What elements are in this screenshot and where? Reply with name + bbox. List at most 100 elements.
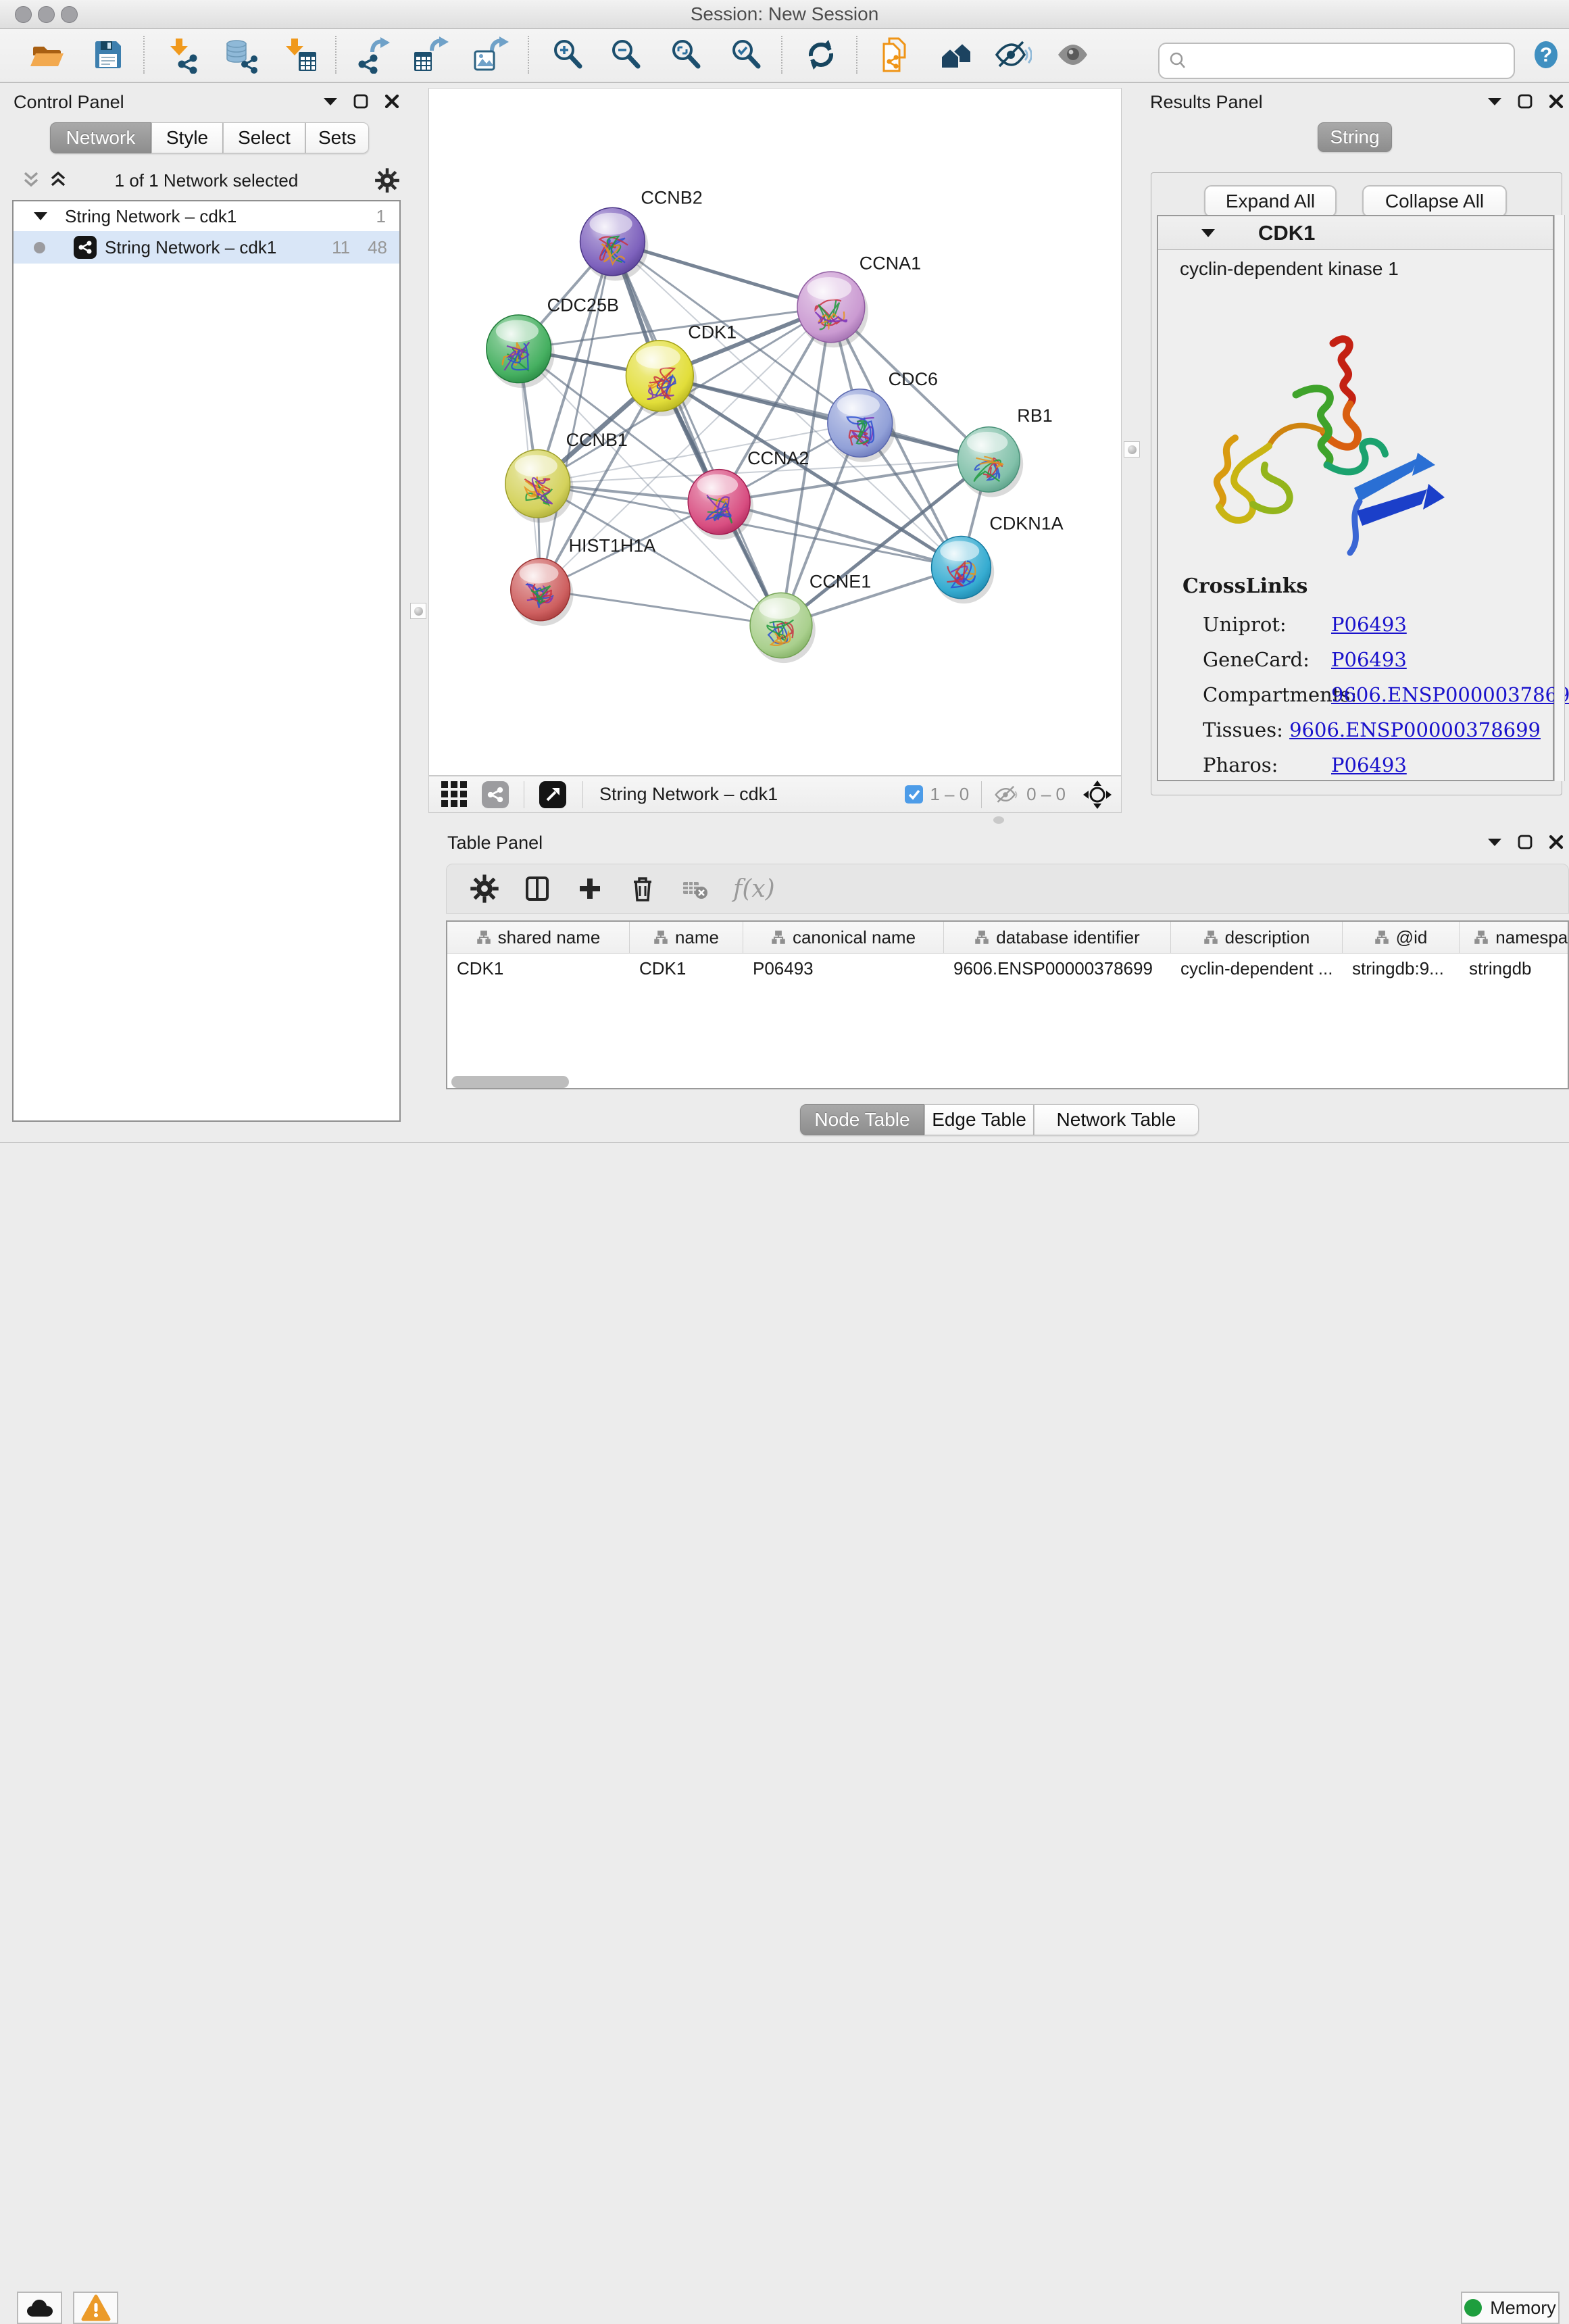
table-cell[interactable]: CDK1 (447, 958, 630, 979)
table-row[interactable]: CDK1CDK1P064939606.ENSP00000378699cyclin… (447, 954, 1568, 983)
network-node-HIST1H1A[interactable]: HIST1H1A (511, 536, 656, 626)
zoom-in-button[interactable] (547, 34, 588, 75)
network-icon-button[interactable] (482, 781, 509, 808)
grid-view-button[interactable] (441, 781, 468, 808)
column-header-description[interactable]: description (1171, 922, 1343, 953)
export-network-button[interactable] (352, 34, 393, 75)
panel-float-icon[interactable] (1487, 837, 1502, 847)
fit-position-button[interactable] (1083, 781, 1112, 809)
network-edge-HIST1H1A-CCNE1[interactable] (541, 590, 781, 626)
table-options-button[interactable] (470, 874, 499, 904)
network-node-CDC6[interactable]: CDC6 (828, 369, 938, 462)
panel-close-icon[interactable] (1548, 834, 1564, 850)
crosslink-value[interactable]: 9606.ENSP00000378699 (1289, 718, 1541, 741)
refresh-view-button[interactable] (801, 34, 841, 75)
first-neighbors-button[interactable] (936, 34, 976, 75)
graphics-details-button[interactable] (993, 34, 1033, 75)
tab-node-table[interactable]: Node Table (800, 1104, 924, 1135)
results-scrollbar[interactable] (1554, 215, 1565, 781)
column-header--id[interactable]: @id (1343, 922, 1460, 953)
tab-style[interactable]: Style (151, 122, 223, 153)
tab-string[interactable]: String (1318, 122, 1392, 152)
crosslink-value[interactable]: 9606.ENSP00000378699 (1331, 683, 1569, 706)
network-collection-row[interactable]: String Network – cdk1 1 (14, 201, 399, 231)
column-header-database-identifier[interactable]: database identifier (944, 922, 1171, 953)
table-cell[interactable]: CDK1 (630, 958, 743, 979)
network-node-CCNA1[interactable]: CCNA1 (797, 253, 921, 347)
network-row[interactable]: String Network – cdk1 11 48 (14, 231, 399, 264)
network-from-selection-button[interactable] (876, 34, 916, 75)
network-node-CCNB2[interactable]: CCNB2 (580, 188, 703, 281)
zoom-fit-icon (667, 36, 705, 74)
open-session-button[interactable] (27, 34, 68, 75)
expand-all-button[interactable]: Expand All (1204, 185, 1337, 218)
collapse-all-button[interactable]: Collapse All (1362, 185, 1507, 218)
network-graph[interactable]: CCNB2CCNA1CDC25BCDK1CDC6RB1CCNB1CCNA2CDK… (429, 89, 1121, 775)
tree-expander-icon[interactable] (32, 211, 49, 222)
tab-network[interactable]: Network (50, 122, 151, 153)
delete-table-button[interactable] (680, 874, 710, 904)
panel-maximize-icon[interactable] (1517, 93, 1533, 109)
toggle-visibility-button[interactable] (1053, 34, 1093, 75)
zoom-fit-button[interactable] (666, 34, 706, 75)
network-node-CCNB1[interactable]: CCNB1 (505, 430, 628, 523)
network-options-button[interactable] (374, 168, 400, 197)
zoom-selected-button[interactable] (726, 34, 766, 75)
table-hscrollbar-thumb[interactable] (451, 1076, 569, 1088)
network-node-CCNE1[interactable]: CCNE1 (750, 572, 871, 664)
table-cell[interactable]: stringdb (1460, 958, 1569, 979)
section-expander-icon[interactable] (1200, 228, 1216, 239)
gene-section-header[interactable]: CDK1 (1158, 216, 1553, 250)
search-field[interactable] (1158, 43, 1515, 79)
crosslink-value[interactable]: P06493 (1331, 753, 1407, 776)
delete-column-button[interactable] (628, 874, 657, 904)
network-node-CDKN1A[interactable]: CDKN1A (932, 514, 1064, 603)
import-table-file-button[interactable] (280, 34, 320, 75)
network-view[interactable]: CCNB2CCNA1CDC25BCDK1CDC6RB1CCNB1CCNA2CDK… (428, 88, 1122, 776)
table-cell[interactable]: 9606.ENSP00000378699 (944, 958, 1171, 979)
table-cell[interactable]: stringdb:9... (1343, 958, 1460, 979)
birds-eye-view-button[interactable] (539, 781, 566, 808)
crosslink-value[interactable]: P06493 (1331, 648, 1407, 671)
right-splitter-handle[interactable] (1124, 441, 1140, 458)
column-header-canonical-name[interactable]: canonical name (743, 922, 944, 953)
left-splitter-handle[interactable] (410, 603, 426, 619)
table-cell[interactable]: cyclin-dependent ... (1171, 958, 1343, 979)
panel-float-icon[interactable] (323, 97, 338, 106)
selected-indicator[interactable]: 1 – 0 (905, 784, 969, 805)
network-edge-CCNB2-CCNE1[interactable] (612, 242, 781, 626)
column-header-name[interactable]: name (630, 922, 743, 953)
hidden-indicator[interactable]: 0 – 0 (994, 783, 1066, 806)
cloud-status-button[interactable] (17, 2292, 62, 2324)
tab-network-table[interactable]: Network Table (1034, 1104, 1199, 1135)
network-node-RB1[interactable]: RB1 (957, 405, 1052, 497)
import-network-file-button[interactable] (163, 34, 203, 75)
warnings-button[interactable] (73, 2292, 118, 2324)
panel-maximize-icon[interactable] (353, 93, 369, 109)
memory-button[interactable]: Memory (1461, 2292, 1560, 2324)
help-button[interactable]: ? (1526, 34, 1566, 75)
network-node-CDK1[interactable]: CDK1 (626, 322, 737, 416)
export-table-button[interactable] (410, 34, 451, 75)
panel-float-icon[interactable] (1487, 97, 1502, 106)
import-network-database-button[interactable] (220, 34, 261, 75)
tab-sets[interactable]: Sets (305, 122, 369, 153)
table-cell[interactable]: P06493 (743, 958, 944, 979)
column-header-namespace[interactable]: namespace (1460, 922, 1569, 953)
add-column-button[interactable] (575, 874, 605, 904)
zoom-out-button[interactable] (605, 34, 646, 75)
export-image-button[interactable] (470, 34, 511, 75)
save-session-button[interactable] (88, 34, 128, 75)
network-edge-CDK1-RB1[interactable] (659, 376, 989, 460)
search-input[interactable] (1195, 50, 1505, 72)
show-columns-button[interactable] (522, 874, 552, 904)
crosslink-value[interactable]: P06493 (1331, 613, 1407, 636)
function-builder-button[interactable]: f(x) (733, 875, 775, 903)
tab-select[interactable]: Select (223, 122, 305, 153)
panel-close-icon[interactable] (384, 93, 400, 109)
column-header-shared-name[interactable]: shared name (447, 922, 630, 953)
panel-close-icon[interactable] (1548, 93, 1564, 109)
panel-maximize-icon[interactable] (1517, 834, 1533, 850)
bottom-splitter-handle[interactable] (993, 816, 1004, 824)
tab-edge-table[interactable]: Edge Table (924, 1104, 1034, 1135)
